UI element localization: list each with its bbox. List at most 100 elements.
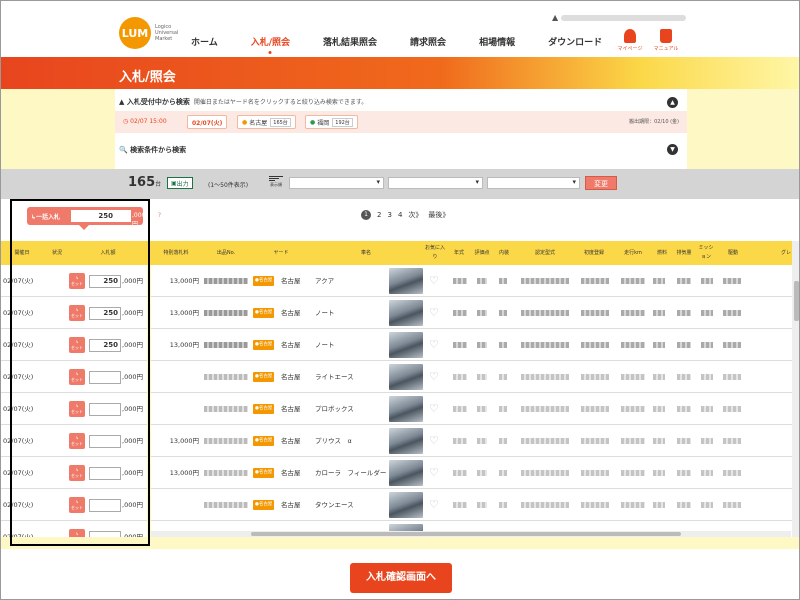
book-icon (660, 29, 672, 43)
blurred-value (581, 374, 609, 380)
yard-name: 名古屋 (281, 341, 301, 349)
blurred-value (723, 278, 741, 284)
nav-results[interactable]: 落札結果照会 (323, 35, 377, 48)
truck-icon: ▲ (552, 13, 559, 22)
lot-number-blurred (204, 342, 248, 348)
condition-search-title[interactable]: 🔍 検索条件から検索 (119, 145, 186, 155)
pagination: 1 2 3 4 次》 最後》 (361, 210, 455, 220)
blurred-value (499, 278, 507, 284)
excel-export-button[interactable]: ▣ 出力 (167, 177, 193, 189)
yard-badge: ●名古屋 (253, 308, 275, 318)
car-thumbnail[interactable] (389, 332, 423, 358)
yard-badge: ●名古屋 (253, 404, 275, 414)
blurred-value (701, 438, 713, 444)
favorite-heart-icon[interactable]: ♡ (429, 393, 439, 425)
blurred-value (621, 310, 645, 316)
page-3[interactable]: 3 (387, 211, 391, 219)
sort-select-1[interactable] (289, 177, 384, 189)
blurred-value (653, 310, 665, 316)
car-name[interactable]: プリウス α (315, 425, 352, 457)
car-thumbnail[interactable] (389, 492, 423, 518)
car-thumbnail[interactable] (389, 364, 423, 390)
page-title: 入札/照会 (119, 70, 176, 85)
car-name[interactable]: アクア (315, 265, 334, 297)
favorite-heart-icon[interactable]: ♡ (429, 297, 439, 329)
page-last[interactable]: 最後》 (428, 210, 449, 220)
page-4[interactable]: 4 (398, 211, 402, 219)
result-toolbar: 165台 ▣出力 (1〜50件表示) 表示順 変更 (1, 169, 799, 199)
title-band: 入札/照会 (1, 57, 799, 89)
blurred-value (701, 310, 713, 316)
vertical-scrollbar[interactable] (792, 241, 799, 537)
blurred-value (453, 278, 467, 284)
car-name[interactable]: ノート (315, 329, 335, 361)
blurred-value (453, 310, 467, 316)
car-thumbnail[interactable] (389, 300, 423, 326)
yard-chip-fukuoka[interactable]: ● 福岡 192台 (305, 115, 358, 129)
chevron-up-icon[interactable]: ▲ (667, 97, 678, 108)
nav-download[interactable]: ダウンロード (548, 35, 602, 48)
blurred-value (521, 278, 569, 284)
display-range: (1〜50件表示) (208, 182, 249, 189)
change-button[interactable]: 変更 (585, 176, 617, 190)
nav-bid[interactable]: 入札/照会 (251, 35, 290, 48)
blurred-value (653, 342, 665, 348)
favorite-heart-icon[interactable]: ♡ (429, 361, 439, 393)
car-name[interactable]: ライトエース (315, 361, 354, 393)
car-thumbnail[interactable] (389, 268, 423, 294)
blurred-value (581, 278, 609, 284)
nav-market[interactable]: 相場情報 (479, 35, 515, 48)
blurred-value (521, 406, 569, 412)
car-thumbnail[interactable] (389, 460, 423, 486)
manual-button[interactable]: マニュアル (649, 29, 683, 52)
blurred-value (653, 470, 665, 476)
car-thumbnail[interactable] (389, 428, 423, 454)
sort-select-3[interactable] (487, 177, 580, 189)
page-next[interactable]: 次》 (408, 210, 422, 220)
truck-icon: ▲ (119, 98, 127, 106)
car-name[interactable]: カローラ フィールダー (315, 457, 386, 489)
favorite-heart-icon[interactable]: ♡ (429, 425, 439, 457)
lot-number-blurred (204, 470, 248, 476)
blurred-value (521, 502, 569, 508)
chevron-down-icon[interactable]: ▼ (667, 144, 678, 155)
special-fee: 13,000円 (169, 469, 199, 477)
favorite-heart-icon[interactable]: ♡ (429, 265, 439, 297)
date-chip[interactable]: 02/07(火) (187, 115, 228, 129)
lot-number-blurred (204, 278, 248, 284)
special-fee: 13,000円 (169, 437, 199, 445)
yard-badge: ●名古屋 (253, 468, 275, 478)
blurred-value (581, 502, 609, 508)
logo-text: Logico Universal Market (155, 24, 179, 42)
blurred-value (453, 470, 467, 476)
nav-home[interactable]: ホーム (191, 35, 218, 48)
blurred-value (499, 438, 507, 444)
sort-select-2[interactable] (388, 177, 483, 189)
confirm-bid-button[interactable]: 入札確認画面へ (350, 563, 452, 593)
yard-chip-nagoya[interactable]: ● 名古屋 165台 (237, 115, 296, 129)
special-fee: 13,000円 (169, 277, 199, 285)
logo[interactable]: LUM (119, 17, 151, 49)
blurred-value (477, 406, 487, 412)
page-2[interactable]: 2 (377, 211, 381, 219)
car-name[interactable]: ノート (315, 297, 335, 329)
person-icon (624, 29, 636, 43)
lot-number-blurred (204, 374, 248, 380)
nav-invoice[interactable]: 請求照会 (410, 35, 446, 48)
mypage-button[interactable]: マイページ (613, 29, 647, 52)
favorite-heart-icon[interactable]: ♡ (429, 489, 439, 521)
favorite-heart-icon[interactable]: ♡ (429, 329, 439, 361)
blurred-value (677, 310, 691, 316)
favorite-heart-icon[interactable]: ♡ (429, 457, 439, 489)
yard-name: 名古屋 (281, 309, 301, 317)
car-thumbnail[interactable] (389, 396, 423, 422)
special-fee: 13,000円 (169, 341, 199, 349)
yard-badge: ●名古屋 (253, 436, 275, 446)
open-search-title[interactable]: ▲ 入札受付中から検索 開催日またはヤード名をクリックすると絞り込み検索できます。 (119, 97, 367, 107)
result-count: 165台 (128, 175, 162, 190)
car-name[interactable]: タウンエース (315, 489, 354, 521)
blurred-value (621, 470, 645, 476)
help-icon[interactable]: ? (155, 211, 164, 220)
car-name[interactable]: プロボックス (315, 393, 354, 425)
page-1[interactable]: 1 (361, 210, 371, 220)
